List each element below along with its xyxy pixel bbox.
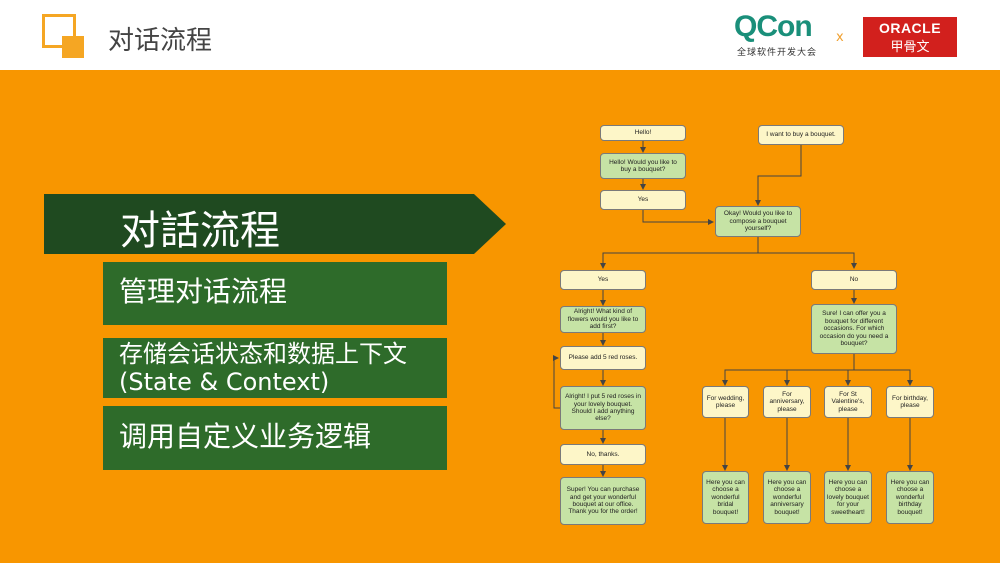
flow-node-wedding: For wedding, please bbox=[702, 386, 749, 418]
flow-node-anything-else: Alright! I put 5 red roses in your lovel… bbox=[560, 386, 646, 430]
flow-node-want-bouquet: I want to buy a bouquet. bbox=[758, 125, 844, 145]
flow-node-occasion-question: Sure! I can offer you a bouquet for diff… bbox=[811, 304, 897, 354]
flow-node-no-thanks: No, thanks. bbox=[560, 444, 646, 465]
flow-node-birthday: For birthday, please bbox=[886, 386, 934, 418]
flow-node-bridal-bouquet: Here you can choose a wonderful bridal b… bbox=[702, 471, 749, 524]
flow-node-birthday-bouquet: Here you can choose a wonderful birthday… bbox=[886, 471, 934, 524]
flow-node-yes-top: Yes bbox=[600, 190, 686, 210]
flow-node-sweetheart-bouquet: Here you can choose a lovely bouquet for… bbox=[824, 471, 872, 524]
flow-node-anniversary-bouquet: Here you can choose a wonderful annivers… bbox=[763, 471, 811, 524]
flow-node-purchase: Super! You can purchase and get your won… bbox=[560, 477, 646, 525]
flow-node-valentines: For St Valentine's, please bbox=[824, 386, 872, 418]
flow-node-compose-question: Okay! Would you like to compose a bouque… bbox=[715, 206, 801, 237]
flow-node-anniversary: For anniversary, please bbox=[763, 386, 811, 418]
flow-node-buy-question: Hello! Would you like to buy a bouquet? bbox=[600, 153, 686, 179]
flow-node-yes: Yes bbox=[560, 270, 646, 290]
flow-node-add-roses: Please add 5 red roses. bbox=[560, 346, 646, 370]
flow-node-no: No bbox=[811, 270, 897, 290]
flow-node-which-flowers: Alright! What kind of flowers would you … bbox=[560, 306, 646, 333]
flow-node-hello: Hello! bbox=[600, 125, 686, 141]
